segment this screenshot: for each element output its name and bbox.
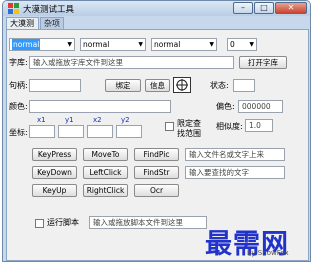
y1-header: y1	[65, 116, 74, 124]
moveto-button[interactable]: MoveTo	[83, 148, 128, 161]
info-button[interactable]: 信息	[145, 79, 170, 92]
findstr-button[interactable]: FindStr	[134, 166, 179, 179]
mouse-mode-value: normal	[83, 40, 110, 49]
bind-button[interactable]: 绑定	[105, 79, 141, 92]
run-script-checkbox[interactable]	[35, 219, 44, 228]
font-label: 字库:	[9, 58, 28, 67]
mode-number-select[interactable]: 0 ▼	[227, 38, 257, 51]
status-input	[233, 79, 255, 92]
app-icon	[8, 3, 19, 14]
tab-dm-test[interactable]: 大漠测试	[6, 17, 39, 39]
similarity-input[interactable]: 1.0	[245, 119, 273, 132]
y2-header: y2	[121, 116, 130, 124]
tab-misc[interactable]: 杂项	[40, 17, 64, 29]
find-text-input[interactable]: 输入要查找的文字	[185, 166, 285, 179]
x2-header: x2	[93, 116, 102, 124]
y2-input[interactable]	[116, 125, 142, 138]
chevron-down-icon: ▼	[67, 41, 72, 48]
x1-input[interactable]	[29, 125, 55, 138]
mouse-mode-select[interactable]: normal ▼	[80, 38, 146, 51]
display-mode-value: normal	[12, 39, 41, 50]
keypad-mode-value: normal	[154, 40, 181, 49]
chevron-down-icon: ▼	[138, 41, 143, 48]
bias-input[interactable]: 000000	[238, 100, 283, 113]
coords-label: 坐标:	[9, 128, 28, 137]
minimize-button[interactable]: –	[233, 2, 253, 14]
y1-input[interactable]	[58, 125, 84, 138]
window-title: 大漠测试工具	[23, 5, 75, 15]
chevron-down-icon: ▼	[249, 41, 254, 48]
similarity-label: 相似度:	[216, 122, 243, 131]
keypad-mode-select[interactable]: normal ▼	[151, 38, 217, 51]
color-label: 颜色:	[9, 102, 28, 111]
mode-number-value: 0	[230, 40, 235, 49]
keypress-button[interactable]: KeyPress	[32, 148, 77, 161]
keyup-button[interactable]: KeyUp	[32, 184, 77, 197]
color-input[interactable]	[29, 100, 171, 113]
handle-input[interactable]	[29, 79, 81, 92]
handle-label: 句柄:	[9, 81, 28, 90]
open-font-button[interactable]: 打开字库	[239, 56, 287, 69]
close-button[interactable]: ✕	[275, 2, 307, 14]
font-file-input[interactable]: 输入或拖放字库文件到这里	[29, 56, 234, 69]
findpic-button[interactable]: FindPic	[134, 148, 179, 161]
status-label: 状态:	[210, 81, 229, 90]
credit-text: by SnowFox	[247, 249, 289, 257]
bias-label: 偏色:	[216, 102, 235, 111]
crosshair-icon[interactable]	[173, 77, 191, 93]
chevron-down-icon: ▼	[209, 41, 214, 48]
maximize-button[interactable]: □	[254, 2, 274, 14]
title-bar: 大漠测试工具 – □ ✕	[3, 1, 310, 16]
display-mode-select[interactable]: normal ▼	[9, 38, 75, 51]
limit-range-label-2: 找范围	[177, 129, 201, 138]
rightclick-button[interactable]: RightClick	[83, 184, 128, 197]
keydown-button[interactable]: KeyDown	[32, 166, 77, 179]
file-or-text-input[interactable]: 输入文件名或文字上来	[185, 148, 285, 161]
run-script-label: 运行脚本	[47, 218, 79, 227]
limit-range-checkbox[interactable]	[165, 122, 174, 131]
limit-range-label-1: 限定查	[177, 119, 201, 128]
x2-input[interactable]	[87, 125, 113, 138]
leftclick-button[interactable]: LeftClick	[83, 166, 128, 179]
script-file-input[interactable]: 输入或拖放脚本文件到这里	[89, 216, 207, 229]
x1-header: x1	[37, 116, 46, 124]
ocr-button[interactable]: Ocr	[134, 184, 179, 197]
